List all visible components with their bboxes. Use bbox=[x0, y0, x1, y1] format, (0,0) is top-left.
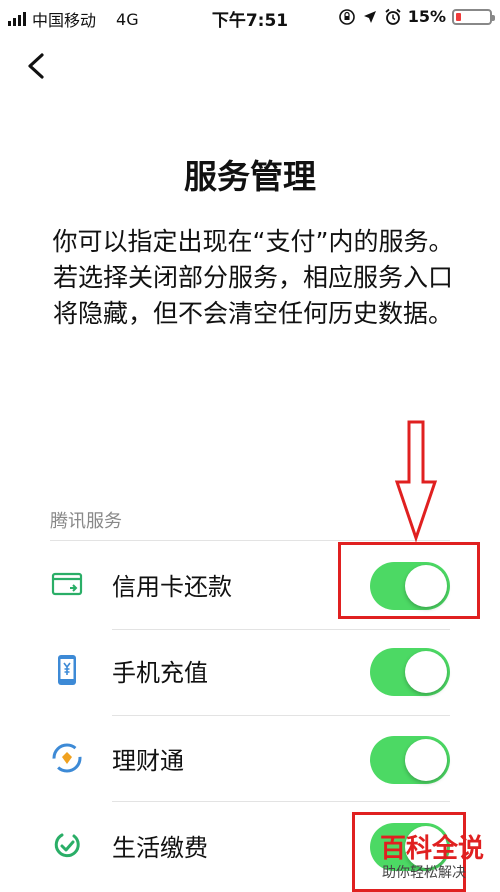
utility-bill-icon bbox=[54, 833, 80, 858]
service-label: 手机充值 bbox=[112, 659, 208, 687]
status-bar: 中国移动 4G 下午7:51 15% bbox=[0, 0, 500, 34]
watermark: 百科全说 助你轻松解决 bbox=[378, 828, 500, 888]
page-title: 服务管理 bbox=[184, 157, 316, 196]
annotation-highlight-box bbox=[338, 542, 480, 619]
watermark-title: 百科全说 bbox=[380, 834, 485, 864]
back-button[interactable] bbox=[22, 50, 54, 82]
service-label: 生活缴费 bbox=[112, 834, 208, 862]
toggle-phone-recharge[interactable] bbox=[370, 648, 450, 696]
wealth-icon bbox=[52, 743, 82, 773]
credit-card-icon bbox=[51, 572, 83, 596]
toggle-knob bbox=[405, 739, 447, 781]
toggle-wealth[interactable] bbox=[370, 736, 450, 784]
toggle-knob bbox=[405, 651, 447, 693]
battery-icon bbox=[452, 8, 495, 25]
rotation-lock-icon bbox=[338, 8, 355, 25]
annotation-arrow-icon bbox=[394, 420, 438, 542]
service-row-wealth: 理财通 bbox=[0, 715, 500, 803]
battery-percent: 15% bbox=[407, 7, 446, 26]
service-label: 理财通 bbox=[112, 747, 184, 775]
alarm-icon bbox=[385, 8, 401, 25]
section-title: 腾讯服务 bbox=[50, 511, 122, 532]
service-row-phone-recharge: 手机充值 bbox=[0, 627, 500, 715]
watermark-subtitle: 助你轻松解决 bbox=[382, 865, 466, 881]
chevron-left-icon bbox=[28, 53, 44, 79]
phone-recharge-icon bbox=[58, 655, 76, 685]
location-icon bbox=[363, 10, 376, 23]
status-right: 15% bbox=[338, 7, 495, 26]
page-description: 你可以指定出现在“支付”内的服务。若选择关闭部分服务，相应服务入口将隐藏，但不会… bbox=[52, 227, 454, 328]
service-label: 信用卡还款 bbox=[112, 573, 232, 601]
